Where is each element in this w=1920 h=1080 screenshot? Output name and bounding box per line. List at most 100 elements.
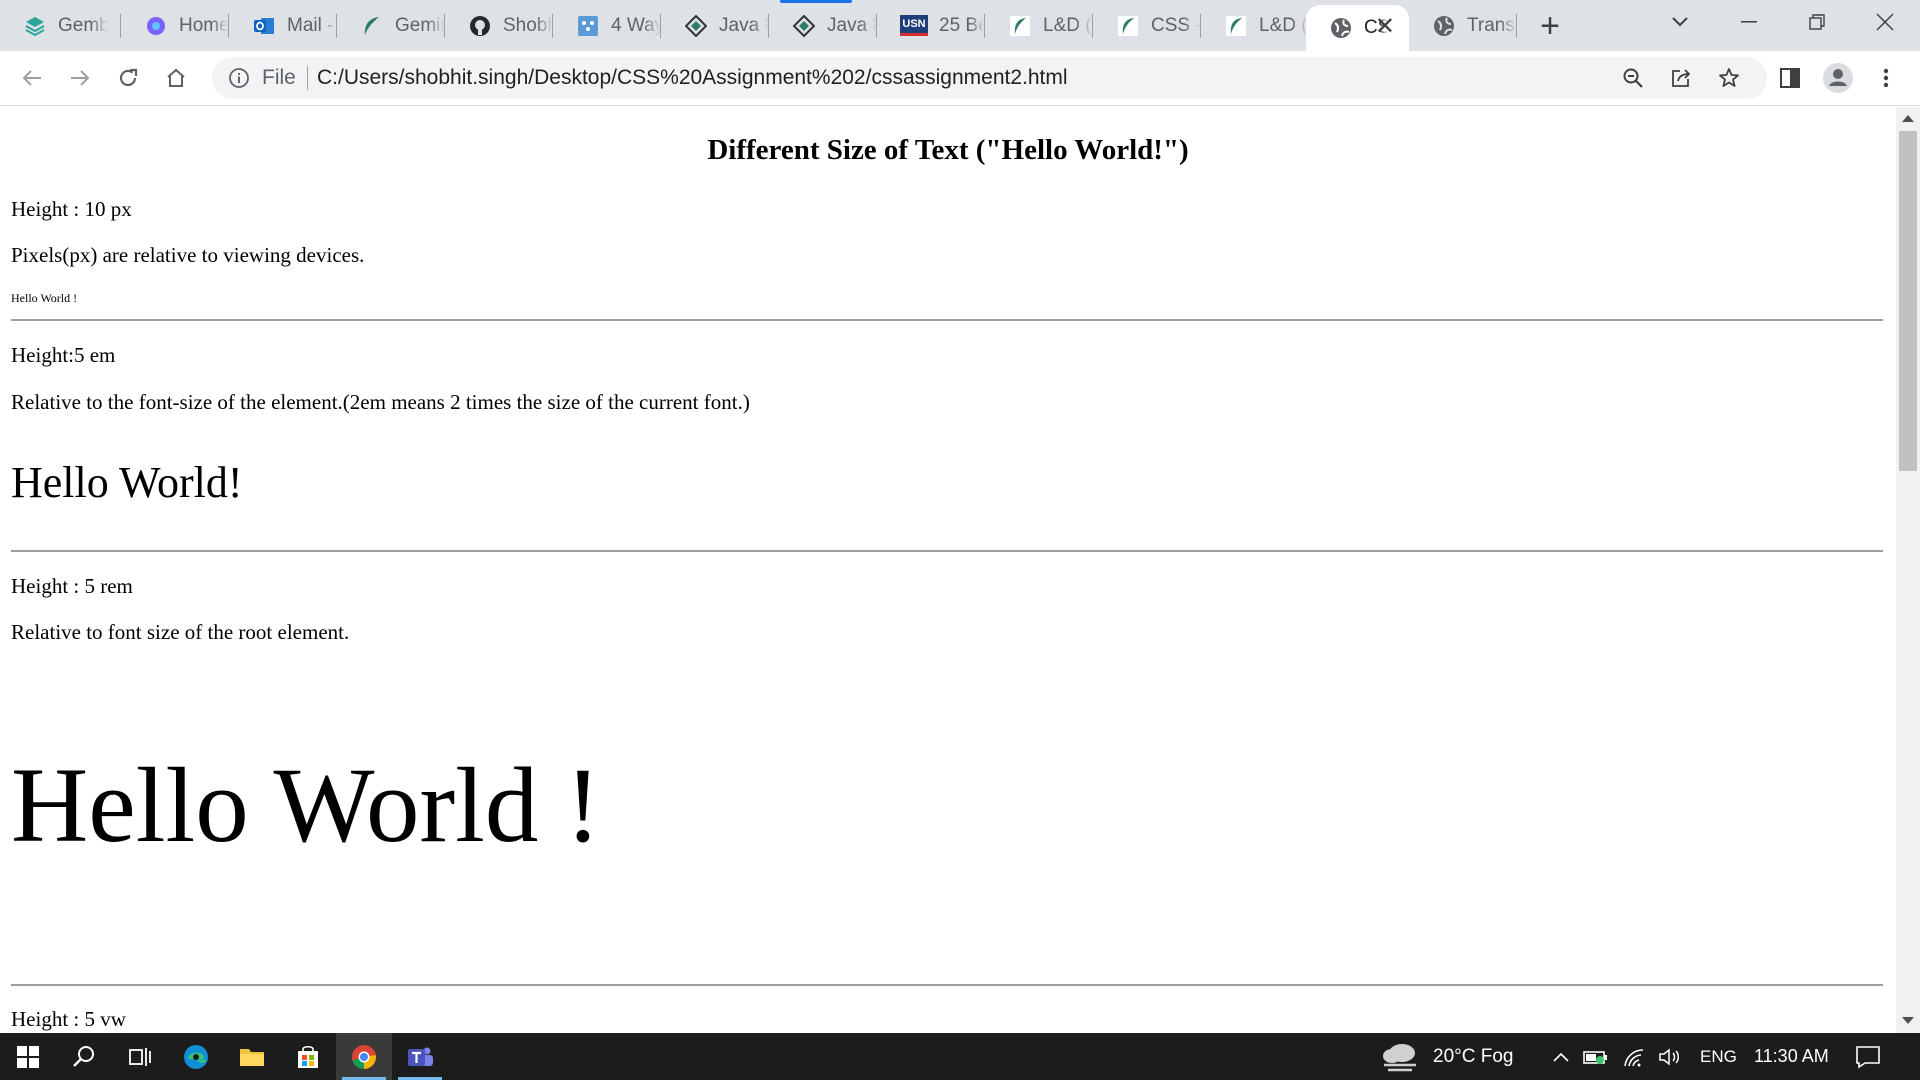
reload-icon[interactable]: [109, 59, 147, 97]
divider: [11, 550, 1883, 552]
page-content: Different Size of Text ("Hello World!") …: [0, 107, 1896, 1033]
scroll-up-arrow-icon[interactable]: [1902, 115, 1914, 122]
tab-title: 4 Ways: [611, 14, 661, 36]
section-vw-height-label: Height : 5 vw: [11, 1007, 126, 1031]
tab-title: Home: [179, 14, 229, 36]
tab-0[interactable]: Gemba: [0, 0, 121, 51]
wifi-icon[interactable]: [1619, 1033, 1649, 1080]
windows-taskbar: 20°C Fog ENG 11:30 AM: [0, 1033, 1920, 1080]
tab-title: 25 Be: [939, 14, 985, 36]
tab-title: CSS - /: [1151, 14, 1201, 36]
tab-4[interactable]: Shobhit: [445, 0, 553, 51]
tab-6[interactable]: Java 8: [661, 0, 769, 51]
tab-title: Java 8: [719, 14, 769, 36]
tab-1[interactable]: Home: [121, 0, 229, 51]
address-scheme: File: [262, 66, 296, 89]
tab-title: Gemba: [58, 14, 108, 36]
usn-badge: USN: [900, 15, 928, 36]
browser-toolbar: File C:/Users/shobhit.singh/Desktop/CSS%…: [0, 51, 1920, 106]
globe-icon: [1433, 15, 1455, 37]
minimize-icon[interactable]: [1715, 0, 1783, 44]
tab-title: Gemini: [395, 14, 445, 36]
tab-title: Transi: [1467, 14, 1517, 36]
weather-text[interactable]: 20°C Fog: [1433, 1046, 1513, 1068]
address-bar[interactable]: File C:/Users/shobhit.singh/Desktop/CSS%…: [212, 57, 1767, 99]
windows-start-icon[interactable]: [0, 1033, 56, 1080]
tab-search-chevron-icon[interactable]: [1645, 0, 1715, 44]
zoom-icon[interactable]: [1618, 65, 1648, 91]
section-px-sample: Hello World !: [11, 291, 78, 305]
notification-icon[interactable]: [1842, 1033, 1894, 1080]
usn-icon: USN: [900, 15, 928, 37]
close-icon[interactable]: ✕: [1375, 15, 1395, 39]
section-rem-height-label: Height : 5 rem: [11, 574, 133, 598]
tab-8[interactable]: USN 25 Be: [877, 0, 985, 51]
tab-13[interactable]: Transi: [1409, 0, 1517, 51]
scrollbar-thumb[interactable]: [1899, 131, 1917, 471]
search-icon[interactable]: [56, 1033, 112, 1080]
section-px-description: Pixels(px) are relative to viewing devic…: [11, 243, 365, 267]
clock-time[interactable]: 11:30 AM: [1754, 1046, 1829, 1067]
scroll-down-arrow-icon[interactable]: [1902, 1017, 1914, 1024]
section-rem-description: Relative to font size of the root elemen…: [11, 620, 350, 644]
close-window-icon[interactable]: [1851, 0, 1919, 44]
dots-icon: [577, 15, 599, 37]
diamond-icon: [685, 14, 707, 37]
section-rem-sample: Hello World !: [11, 747, 601, 865]
profile-avatar-icon[interactable]: [1819, 59, 1857, 97]
new-tab-button[interactable]: +: [1530, 7, 1570, 45]
tab-10[interactable]: CSS - /: [1093, 0, 1201, 51]
copilot-icon: [145, 15, 167, 37]
tab-9[interactable]: L&D (: [985, 0, 1093, 51]
language-indicator[interactable]: ENG: [1700, 1047, 1737, 1067]
tab-title: L&D (: [1259, 14, 1308, 36]
leaf-icon: [1009, 15, 1031, 37]
bookmark-star-icon[interactable]: [1714, 65, 1744, 91]
tab-12-active[interactable]: CSS ✕: [1306, 5, 1409, 51]
tab-title: Java 8: [827, 14, 877, 36]
globe-icon: [1330, 17, 1352, 39]
section-em-sample: Hello World!: [11, 458, 243, 507]
section-em-description: Relative to the font-size of the element…: [11, 390, 750, 414]
back-arrow-icon[interactable]: [13, 59, 51, 97]
kebab-menu-icon[interactable]: [1867, 59, 1905, 97]
address-url[interactable]: C:/Users/shobhit.singh/Desktop/CSS%20Ass…: [317, 66, 1068, 90]
stack-icon: [24, 15, 46, 37]
tab-3[interactable]: Gemini: [337, 0, 445, 51]
teams-icon[interactable]: [392, 1033, 448, 1080]
chevron-up-icon[interactable]: [1547, 1033, 1575, 1080]
battery-icon[interactable]: [1581, 1033, 1611, 1080]
home-icon[interactable]: [157, 59, 195, 97]
divider: [11, 319, 1883, 321]
file-explorer-icon[interactable]: [224, 1033, 280, 1080]
restore-icon[interactable]: [1783, 0, 1851, 44]
outlook-icon: [253, 15, 275, 37]
leaf-icon: [1225, 15, 1247, 37]
tab-2[interactable]: Mail -: [229, 0, 337, 51]
tab-7[interactable]: Java 8: [769, 0, 877, 51]
section-em-height-label: Height:5 em: [11, 343, 116, 367]
chrome-icon[interactable]: [336, 1033, 392, 1080]
edge-icon[interactable]: [168, 1033, 224, 1080]
info-icon[interactable]: [228, 67, 250, 94]
tab-5[interactable]: 4 Ways: [553, 0, 661, 51]
diamond-icon: [793, 14, 815, 37]
share-icon[interactable]: [1666, 65, 1696, 91]
tab-title: Shobhit: [503, 14, 553, 36]
tab-11[interactable]: L&D (: [1201, 0, 1309, 51]
page-heading: Different Size of Text ("Hello World!"): [707, 134, 1189, 166]
divider: [11, 984, 1883, 986]
vertical-scrollbar[interactable]: [1896, 107, 1920, 1033]
tab-title: L&D (: [1043, 14, 1092, 36]
cloud-fog-icon[interactable]: [1375, 1033, 1425, 1080]
task-view-icon[interactable]: [112, 1033, 168, 1080]
tab-strip: Gemba Home Mail - Gemini Shobhit 4: [0, 0, 1920, 51]
github-icon: [469, 15, 491, 37]
section-px-height-label: Height : 10 px: [11, 197, 132, 221]
store-icon[interactable]: [280, 1033, 336, 1080]
tab-title: Mail -: [287, 14, 334, 36]
side-panel-icon[interactable]: [1771, 59, 1809, 97]
volume-icon[interactable]: [1655, 1033, 1685, 1080]
leaf-icon: [1117, 15, 1139, 37]
forward-arrow-icon[interactable]: [61, 59, 99, 97]
